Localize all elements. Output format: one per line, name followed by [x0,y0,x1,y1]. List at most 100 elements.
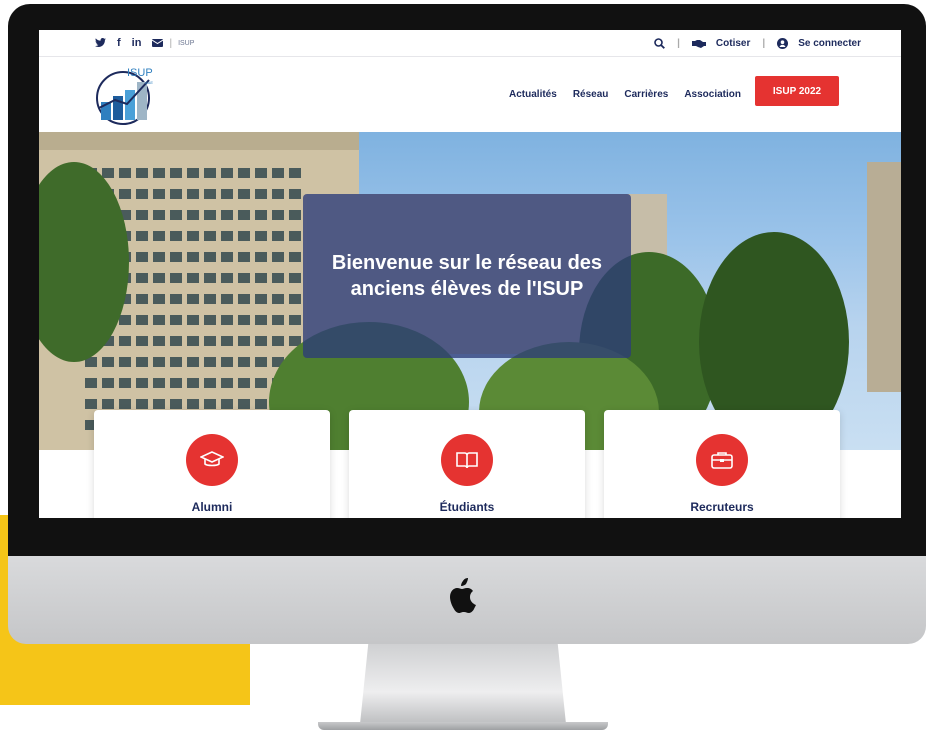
building-window [187,168,199,178]
building-window [204,294,216,304]
top-right-actions: | Cotiser | Se connecter [654,37,861,49]
building-window [204,315,216,325]
building-window [187,357,199,367]
building-window [187,336,199,346]
building-window [170,168,182,178]
building-window [85,399,97,409]
divider: | [762,37,766,49]
building-window [238,315,250,325]
building-window [170,273,182,283]
facebook-icon[interactable]: f [117,37,121,49]
search-icon[interactable] [654,37,666,49]
cotiser-link[interactable]: Cotiser [716,38,750,49]
book-icon [441,434,493,486]
building-window [119,336,131,346]
building-window [238,189,250,199]
building-window [102,399,114,409]
building-window [136,357,148,367]
building-window [170,315,182,325]
building-window [255,210,267,220]
mail-icon[interactable] [152,39,164,47]
main-nav: Actualités Réseau Carrières Association [509,89,741,100]
isup-logo[interactable]: ISUP AAE [93,64,159,126]
building-window [272,252,284,262]
nav-item-actualites[interactable]: Actualités [509,89,557,100]
building-window [221,231,233,241]
building-window [136,252,148,262]
apple-logo-icon [450,578,476,613]
building-window [204,378,216,388]
divider: | [677,37,680,49]
building-window [102,378,114,388]
building-window [221,210,233,220]
building-window [255,231,267,241]
login-link[interactable]: Se connecter [798,38,861,49]
building-window [221,399,233,409]
nav-item-reseau[interactable]: Réseau [573,89,609,100]
building-window [136,231,148,241]
building-window [221,168,233,178]
brand-small-label: ISUP [178,39,195,47]
building-window [170,294,182,304]
building-window [204,210,216,220]
card-etudiants[interactable]: Étudiants [349,410,585,518]
building-window [153,357,165,367]
building-window [170,378,182,388]
building-window [187,252,199,262]
card-alumni[interactable]: Alumni [94,410,330,518]
building-window [255,168,267,178]
building-window [187,294,199,304]
nav-item-carrieres[interactable]: Carrières [624,89,668,100]
building-window [187,189,199,199]
building-window [221,252,233,262]
monitor-stand [360,644,566,724]
building-window [136,210,148,220]
building-window [119,168,131,178]
building-window [238,399,250,409]
building-window [238,273,250,283]
building-window [102,357,114,367]
building-window [170,252,182,262]
building-window [85,378,97,388]
building-window [289,168,301,178]
building-window [255,294,267,304]
hero-title: Bienvenue sur le réseau des anciens élèv… [331,252,603,300]
card-recruteurs[interactable]: Recruteurs [604,410,840,518]
building-window [221,273,233,283]
nav-item-association[interactable]: Association [684,89,741,100]
logo-text: ISUP [127,67,153,79]
building-window [238,294,250,304]
building-window [289,315,301,325]
building-window [255,315,267,325]
user-circle-icon [777,37,789,49]
building-window [204,273,216,283]
building-window [238,336,250,346]
website-screen: f in | ISUP | Cotiser | Se connecter ISU… [39,30,901,518]
monitor-chin [8,556,926,644]
building-window [255,252,267,262]
building-window [170,357,182,367]
building-window [221,378,233,388]
building-window [170,231,182,241]
building-window [136,168,148,178]
building-window [136,399,148,409]
twitter-icon[interactable] [95,38,106,48]
building-window [153,399,165,409]
building-window [136,378,148,388]
building-window [289,231,301,241]
building-window [204,399,216,409]
building-window [238,210,250,220]
building-window [102,168,114,178]
hero-building-right [867,162,901,392]
isup-2022-button[interactable]: ISUP 2022 [755,76,839,106]
building-window [153,378,165,388]
building-window [153,336,165,346]
building-window [221,315,233,325]
linkedin-icon[interactable]: in [132,37,142,49]
building-window [204,189,216,199]
building-window [153,189,165,199]
building-window [272,189,284,199]
building-window [204,336,216,346]
building-window [187,399,199,409]
building-window [204,168,216,178]
